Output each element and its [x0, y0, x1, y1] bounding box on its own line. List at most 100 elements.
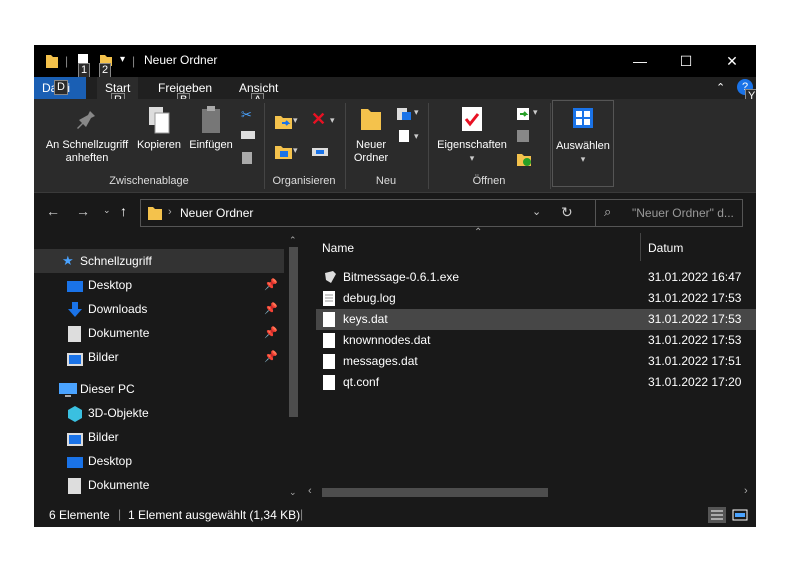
- collapse-ribbon-icon[interactable]: ⌃: [716, 81, 725, 94]
- file-name: knownnodes.dat: [343, 333, 431, 347]
- horizontal-scrollbar[interactable]: ‹ ›: [304, 484, 756, 501]
- select-dropdown-icon[interactable]: ▾: [553, 153, 613, 166]
- history-icon[interactable]: [516, 151, 532, 170]
- column-name[interactable]: Name: [322, 241, 354, 255]
- ribbon-tabs: Datei D Start R Freigeben B Ansicht A ⌃ …: [34, 77, 756, 108]
- scroll-thumb[interactable]: [322, 488, 548, 497]
- open-dropdown-icon[interactable]: ▾: [533, 107, 538, 118]
- pin-quick-access-button[interactable]: An Schnellzugriff anheften: [38, 105, 136, 165]
- group-open: Öffnen: [472, 175, 506, 187]
- file-name: keys.dat: [343, 312, 388, 326]
- copy-to-dropdown-icon[interactable]: ▾: [293, 145, 298, 156]
- column-divider[interactable]: [640, 233, 641, 261]
- nav-quick-access[interactable]: ★ Schnellzugriff: [34, 249, 284, 273]
- nav-pc-desktop[interactable]: Desktop: [34, 449, 284, 473]
- window-title: Neuer Ordner: [144, 53, 218, 67]
- group-clipboard: Zwischenablage: [109, 175, 189, 187]
- document-icon: [323, 375, 335, 397]
- new-item-dropdown-icon[interactable]: ▾: [414, 107, 419, 118]
- pictures-icon: [67, 350, 83, 374]
- ribbon: An Schnellzugriff anheften Kopieren Einf…: [34, 99, 756, 193]
- easy-access-icon[interactable]: [396, 129, 412, 146]
- pin-icon[interactable]: 📌: [264, 273, 278, 297]
- move-to-icon[interactable]: [274, 113, 294, 134]
- copy-path-icon[interactable]: [241, 129, 255, 144]
- select-button[interactable]: Auswählen ▾: [552, 100, 614, 187]
- nav-pictures[interactable]: Bilder 📌: [34, 345, 284, 369]
- nav-label: Dieser PC: [80, 382, 135, 396]
- scroll-left-icon[interactable]: ‹: [308, 485, 312, 497]
- rename-icon[interactable]: [311, 145, 329, 162]
- search-placeholder: "Neuer Ordner" d...: [632, 206, 734, 220]
- address-row: ← → ⌄ ↑ › Neuer Ordner ⌄ ↻ ⌕ "Neuer Ordn…: [34, 193, 756, 233]
- column-date[interactable]: Datum: [648, 241, 683, 255]
- file-row[interactable]: qt.conf 31.01.2022 17:20: [316, 372, 756, 393]
- properties-button[interactable]: Eigenschaften ▾: [432, 105, 512, 165]
- file-row[interactable]: messages.dat 31.01.2022 17:51: [316, 351, 756, 372]
- file-row[interactable]: Bitmessage-0.6.1.exe 31.01.2022 16:47: [316, 267, 756, 288]
- file-name: debug.log: [343, 291, 396, 305]
- new-folder-button[interactable]: Neuer Ordner: [347, 105, 395, 165]
- document-icon: [68, 478, 81, 501]
- new-item-icon[interactable]: [396, 107, 412, 124]
- paste-button[interactable]: Einfügen: [185, 105, 237, 152]
- nav-downloads[interactable]: Downloads 📌: [34, 297, 284, 321]
- separator: |: [132, 54, 136, 68]
- search-input[interactable]: ⌕ "Neuer Ordner" d...: [595, 199, 743, 227]
- separator: [345, 103, 346, 189]
- recent-locations-icon[interactable]: ⌄: [103, 205, 111, 216]
- easy-access-dropdown-icon[interactable]: ▾: [414, 131, 419, 142]
- copy-icon: [134, 105, 184, 139]
- nav-pc-pictures[interactable]: Bilder: [34, 425, 284, 449]
- refresh-icon[interactable]: ↻: [561, 204, 573, 221]
- back-button[interactable]: ←: [46, 203, 60, 219]
- breadcrumb-chevron-icon: ›: [168, 206, 172, 218]
- file-row[interactable]: knownnodes.dat 31.01.2022 17:53: [316, 330, 756, 351]
- nav-label: Bilder: [88, 430, 119, 444]
- nav-label: Bilder: [88, 350, 119, 364]
- nav-3d-objects[interactable]: 3D-Objekte: [34, 401, 284, 425]
- delete-icon[interactable]: ✕: [311, 109, 326, 130]
- up-button[interactable]: ↑: [120, 203, 127, 219]
- file-row[interactable]: debug.log 31.01.2022 17:53: [316, 288, 756, 309]
- file-date: 31.01.2022 17:20: [648, 375, 742, 389]
- close-button[interactable]: ✕: [709, 45, 755, 77]
- nav-desktop[interactable]: Desktop 📌: [34, 273, 284, 297]
- copy-to-icon[interactable]: [274, 143, 294, 164]
- scroll-thumb[interactable]: [289, 247, 298, 417]
- nav-documents[interactable]: Dokumente 📌: [34, 321, 284, 345]
- file-row-selected[interactable]: keys.dat 31.01.2022 17:53: [316, 309, 756, 330]
- nav-pc-documents[interactable]: Dokumente: [34, 473, 284, 497]
- scroll-right-icon[interactable]: ›: [744, 485, 748, 497]
- scroll-down-icon[interactable]: ⌄: [289, 487, 297, 498]
- move-dropdown-icon[interactable]: ▾: [293, 115, 298, 126]
- group-organize: Organisieren: [272, 175, 336, 187]
- delete-dropdown-icon[interactable]: ▾: [330, 115, 335, 126]
- nav-this-pc[interactable]: Dieser PC: [34, 377, 284, 401]
- nav-label: Schnellzugriff: [80, 254, 152, 268]
- details-view-icon[interactable]: [708, 507, 726, 523]
- pin-icon[interactable]: 📌: [264, 297, 278, 321]
- large-icons-view-icon[interactable]: [732, 507, 748, 526]
- properties-dropdown-icon[interactable]: ▾: [432, 152, 512, 165]
- breadcrumb-path[interactable]: Neuer Ordner: [180, 206, 253, 220]
- scroll-up-icon[interactable]: ⌃: [289, 235, 297, 246]
- nav-scrollbar[interactable]: ⌃ ⌄: [286, 233, 301, 501]
- star-icon: ★: [62, 253, 74, 268]
- forward-button[interactable]: →: [76, 203, 90, 219]
- open-icon[interactable]: [516, 107, 530, 124]
- minimize-button[interactable]: —: [617, 45, 663, 77]
- qat-dropdown-icon[interactable]: ▾: [120, 54, 125, 65]
- separator: [428, 103, 429, 189]
- address-dropdown-icon[interactable]: ⌄: [532, 205, 541, 218]
- paste-shortcut-icon[interactable]: [241, 151, 253, 168]
- copy-button[interactable]: Kopieren: [134, 105, 184, 152]
- pin-icon[interactable]: 📌: [264, 321, 278, 345]
- separator: [264, 103, 265, 189]
- pin-icon[interactable]: 📌: [264, 345, 278, 369]
- cut-icon[interactable]: ✂: [241, 107, 252, 123]
- maximize-button[interactable]: ☐: [663, 45, 709, 77]
- file-date: 31.01.2022 17:51: [648, 354, 742, 368]
- edit-icon[interactable]: [516, 129, 530, 146]
- address-bar[interactable]: › Neuer Ordner ⌄ ↻: [140, 199, 624, 227]
